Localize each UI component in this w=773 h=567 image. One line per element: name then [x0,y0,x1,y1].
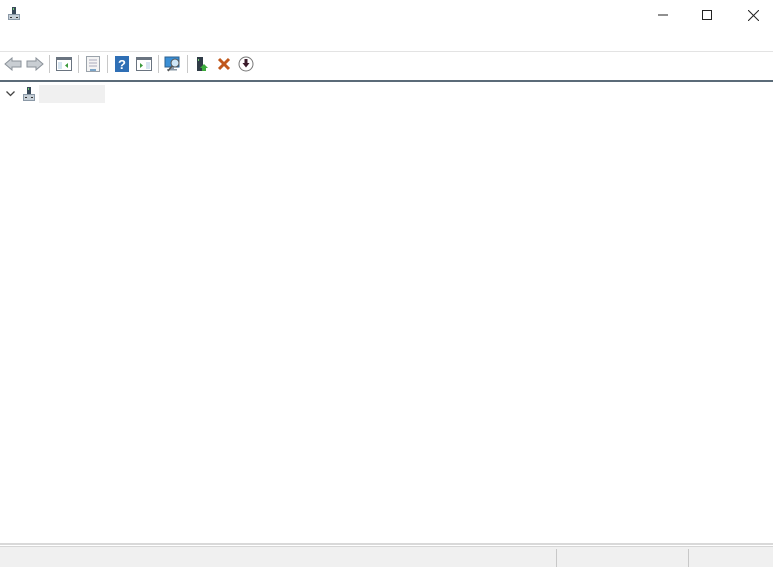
forward-button[interactable] [24,53,46,75]
disable-device-button[interactable] [235,53,257,75]
menu-view[interactable] [27,30,41,50]
status-pane-divider [556,549,557,567]
action-pane-icon [136,57,152,71]
tree-root[interactable] [5,85,105,103]
menu-action[interactable] [13,30,27,50]
maximize-button[interactable] [684,0,730,30]
menu-bar [0,30,773,50]
scan-hardware-button[interactable] [162,53,184,75]
uninstall-device-button[interactable] [213,53,235,75]
close-button[interactable] [730,0,773,30]
close-icon [747,9,759,21]
update-driver-button[interactable] [191,53,213,75]
menu-file[interactable] [0,30,13,50]
help-button[interactable]: ? [111,53,133,75]
scan-hardware-icon [164,56,180,72]
title-bar [0,0,773,30]
action-pane-button[interactable] [133,53,155,75]
console-tree-icon [56,57,72,71]
status-pane-divider [688,549,689,567]
computer-root-icon [21,86,37,102]
svg-text:?: ? [118,57,126,72]
root-computer-name [39,85,105,103]
properties-icon [86,56,100,72]
device-tree [0,80,773,544]
maximize-icon [702,10,712,20]
toolbar-separator [78,55,79,73]
toolbar-separator [158,55,159,73]
chevron-down-icon[interactable] [5,89,15,99]
console-tree-button[interactable] [53,53,75,75]
properties-button[interactable] [82,53,104,75]
update-driver-icon [197,57,208,71]
toolbar-separator [187,55,188,73]
horizontal-scrollbar[interactable] [0,543,773,545]
arrow-left-icon [4,57,22,71]
back-button[interactable] [2,53,24,75]
toolbar-separator [49,55,50,73]
toolbar: ? [0,51,773,76]
toolbar-separator [107,55,108,73]
minimize-icon [658,14,668,16]
help-icon: ? [115,56,129,72]
minimize-button[interactable] [640,0,686,30]
status-bar [0,546,773,567]
disable-device-icon [238,56,254,72]
device-manager-icon [6,6,22,22]
uninstall-icon [217,57,231,71]
arrow-right-icon [26,57,44,71]
menu-help[interactable] [41,30,55,50]
